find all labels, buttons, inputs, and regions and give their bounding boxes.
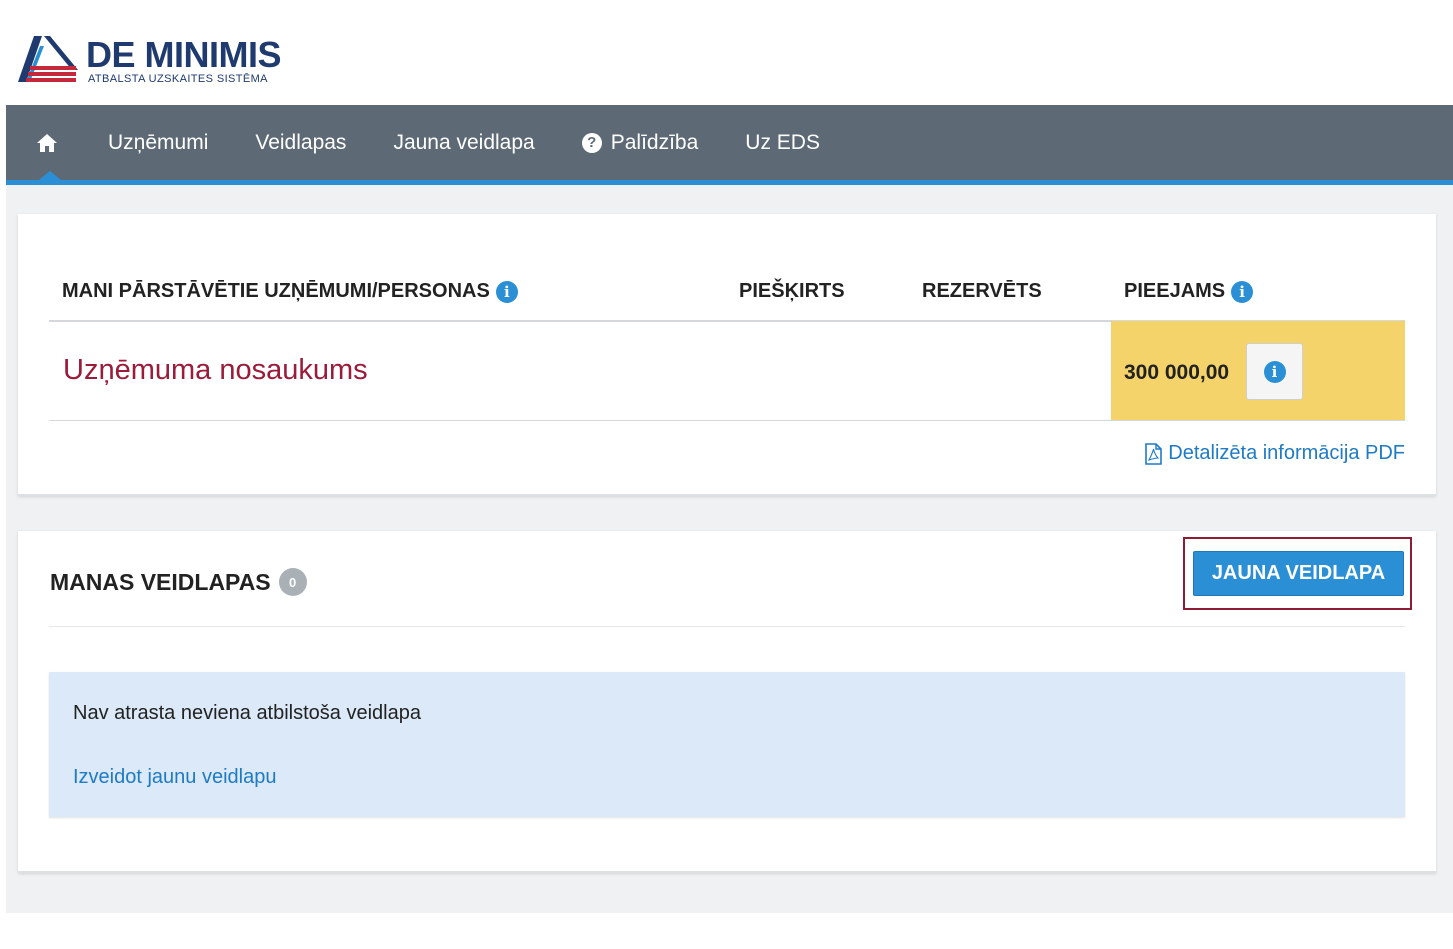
active-nav-caret (39, 171, 61, 180)
info-icon: i (1263, 360, 1286, 383)
nav-item-companies[interactable]: Uzņēmumi (108, 131, 208, 155)
nav-item-help[interactable]: ? Palīdzība (581, 130, 699, 155)
available-info-button[interactable]: i (1246, 343, 1303, 400)
logo-mark-icon (18, 36, 78, 82)
main-navbar: Uzņēmumi Veidlapas Jauna veidlapa ? Palī… (6, 105, 1453, 185)
highlight-frame: JAUNA VEIDLAPA (1183, 537, 1412, 610)
create-form-link[interactable]: Izveidot jaunu veidlapu (73, 766, 276, 789)
logo-subtitle: ATBALSTA UZSKAITES SISTĒMA (88, 73, 268, 85)
home-icon[interactable] (36, 133, 58, 153)
logo-title: DE MINIMIS (86, 34, 282, 75)
page-header: DE MINIMIS ATBALSTA UZSKAITES SISTĒMA (0, 0, 1453, 105)
forms-count-badge: 0 (278, 568, 307, 596)
info-icon[interactable]: i (1231, 280, 1254, 303)
header-granted: PIEŠĶIRTS (739, 280, 845, 302)
my-forms-title: MANAS VEIDLAPAS 0 (50, 568, 307, 596)
nav-item-new-form[interactable]: Jauna veidlapa (393, 131, 534, 155)
nav-item-eds[interactable]: Uz EDS (745, 131, 820, 155)
info-icon[interactable]: i (495, 280, 518, 303)
nav-item-forms[interactable]: Veidlapas (255, 131, 346, 155)
question-circle-icon: ? (581, 132, 602, 153)
header-companies-label: MANI PĀRSTĀVĒTIE UZŅĒMUMI/PERSONAS (62, 280, 490, 302)
table-row-divider (49, 420, 1405, 421)
header-available-label: PIEEJAMS (1124, 280, 1226, 302)
available-cell: 300 000,00 i (1111, 321, 1405, 420)
empty-forms-message: Nav atrasta neviena atbilstoša veidlapa (73, 702, 421, 724)
new-form-button[interactable]: JAUNA VEIDLAPA (1193, 551, 1404, 596)
empty-forms-alert: Nav atrasta neviena atbilstoša veidlapa … (49, 672, 1405, 817)
header-available: PIEEJAMS i (1124, 280, 1254, 303)
header-companies: MANI PĀRSTĀVĒTIE UZŅĒMUMI/PERSONAS i (62, 280, 518, 303)
de-minimis-logo[interactable]: DE MINIMIS ATBALSTA UZSKAITES SISTĒMA (16, 34, 282, 85)
pdf-file-icon (1145, 442, 1163, 465)
available-amount: 300 000,00 (1124, 361, 1230, 384)
companies-card: MANI PĀRSTĀVĒTIE UZŅĒMUMI/PERSONAS i PIE… (18, 214, 1436, 496)
pdf-details-label: Detalizēta informācija PDF (1168, 442, 1405, 464)
company-name-link[interactable]: Uzņēmuma nosaukums (63, 354, 368, 387)
nav-item-help-label: Palīdzība (610, 130, 699, 154)
my-forms-card: MANAS VEIDLAPAS 0 JAUNA VEIDLAPA Nav atr… (18, 531, 1436, 873)
header-reserved: REZERVĒTS (922, 280, 1042, 302)
forms-divider (49, 626, 1405, 627)
my-forms-title-label: MANAS VEIDLAPAS (50, 568, 271, 595)
pdf-details-link[interactable]: Detalizēta informācija PDF (1145, 442, 1405, 465)
